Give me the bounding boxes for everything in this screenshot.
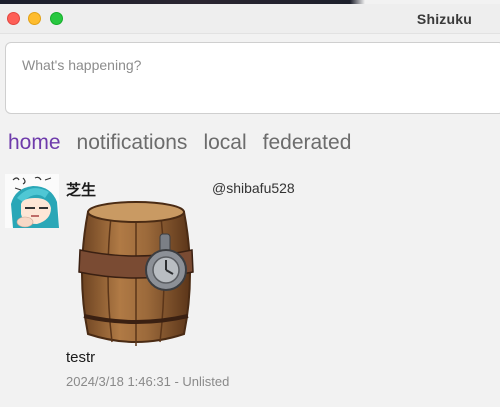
status-post: 芝生 @shibafu528 testr 2024/3/18 1:46:31 -… [0,170,500,407]
barrel-image-icon [78,201,194,346]
timeline-tabs: home notifications local federated [8,131,351,155]
minimize-window-button[interactable] [28,12,41,25]
tab-home[interactable]: home [8,131,61,155]
maximize-window-button[interactable] [50,12,63,25]
compose-input[interactable] [5,42,500,114]
window-title: Shizuku [416,11,472,27]
status-text: testr [66,349,96,366]
tab-federated[interactable]: federated [263,131,352,155]
tab-notifications[interactable]: notifications [77,131,188,155]
tab-local[interactable]: local [203,131,246,155]
anime-avatar-icon [5,174,59,228]
status-meta: 2024/3/18 1:46:31 - Unlisted [66,374,229,389]
close-window-button[interactable] [7,12,20,25]
avatar[interactable] [5,174,59,228]
visibility-label: Unlisted [182,374,230,389]
title-bar: Shizuku [0,4,500,34]
meta-separator: - [170,374,183,389]
timestamp[interactable]: 2024/3/18 1:46:31 [66,374,171,389]
account-handle[interactable]: @shibafu528 [212,180,295,196]
display-name[interactable]: 芝生 [66,179,96,200]
media-attachment[interactable] [74,198,198,350]
